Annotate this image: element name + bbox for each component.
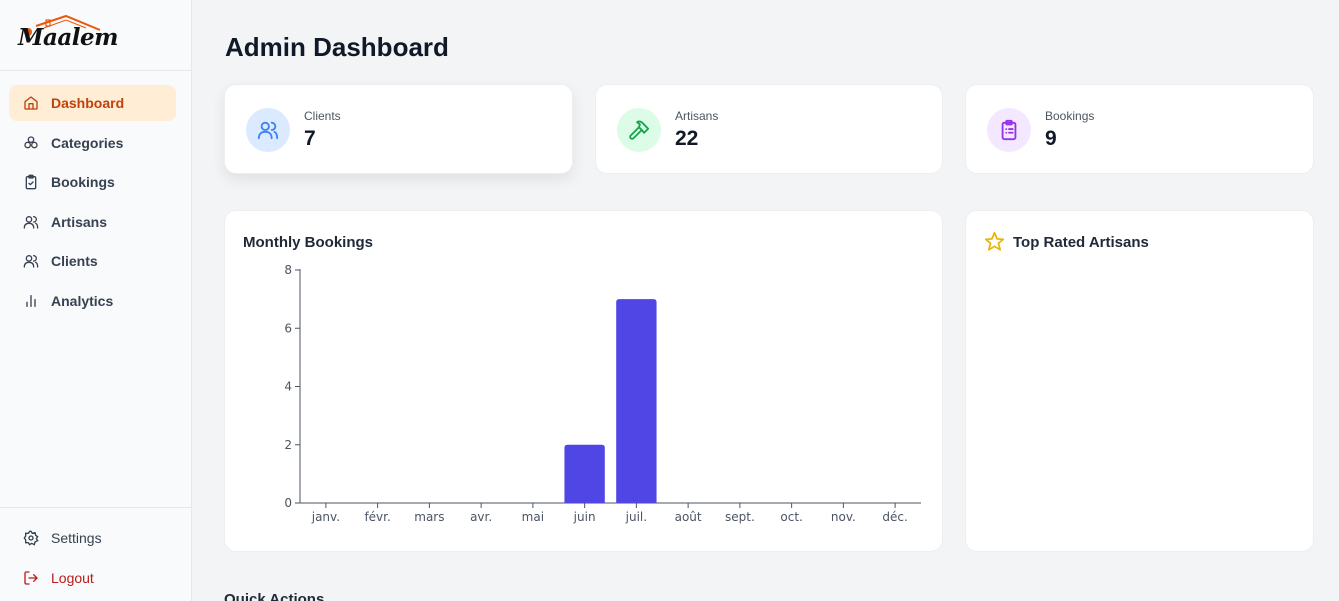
x-tick-label: juil. [625,510,647,524]
settings-label: Settings [51,530,102,546]
stat-card-bookings: Bookings 9 [965,84,1314,174]
monthly-bookings-card: Monthly Bookings 0 2 4 6 8 janv. févr. mars avr.… [224,210,943,552]
y-tick-label: 8 [284,263,292,277]
sidebar-item-label: Analytics [51,292,114,309]
stat-value: 7 [304,127,316,150]
sidebar-item-clients[interactable]: Clients [9,243,176,279]
stat-label: Clients [304,109,341,123]
stat-label: Artisans [675,109,719,123]
users-icon [23,253,39,269]
x-tick-label: oct. [780,510,802,524]
top-rated-title: Top Rated Artisans [1013,234,1149,251]
stat-value: 22 [675,127,699,150]
x-tick-label: sept. [725,510,755,524]
x-tick-label: mai [522,510,544,524]
star-icon [984,231,1005,251]
brand-name: Maalem [18,24,118,51]
sidebar-item-categories[interactable]: Categories [9,125,176,161]
top-rated-card: Top Rated Artisans [965,210,1314,552]
brand-logo[interactable]: Maalem [0,0,191,71]
gear-icon [23,530,39,546]
settings-link[interactable]: Settings [9,520,176,556]
sidebar-item-bookings[interactable]: Bookings [9,164,176,200]
sidebar-item-analytics[interactable]: Analytics [9,283,176,319]
x-tick-label: mars [414,510,444,524]
main-content: Admin Dashboard Clients 7 Artisans 22 Bo… [192,0,1339,601]
clipboard-check-icon [23,174,39,190]
sidebar-item-label: Clients [51,253,98,270]
users-icon [23,214,39,230]
page-title: Admin Dashboard [225,32,449,62]
logout-label: Logout [51,569,94,586]
y-tick-label: 0 [284,496,292,510]
stat-label: Bookings [1045,109,1095,123]
x-tick-label: déc. [882,510,907,524]
x-tick-label: juin [573,510,596,524]
stat-value: 9 [1045,127,1057,150]
x-tick-label: févr. [364,510,390,524]
bar-juil. [616,299,657,503]
logout-link[interactable]: Logout [9,560,176,596]
x-tick-label: janv. [311,510,340,524]
sidebar-nav: Dashboard Categories Bookings Artisans C… [9,85,176,323]
monthly-bookings-chart: 0 2 4 6 8 janv. févr. mars avr. mai juin juil. août s… [284,263,921,524]
home-icon [23,95,39,111]
sidebar-bottom: Settings Logout [0,507,191,599]
y-tick-label: 6 [284,321,292,335]
sidebar-item-artisans[interactable]: Artisans [9,204,176,240]
stat-card-artisans: Artisans 22 [595,84,943,174]
x-tick-label: avr. [470,510,492,524]
y-tick-label: 2 [284,438,292,452]
sidebar-item-label: Dashboard [51,95,125,111]
bar-chart-icon [23,293,39,309]
sidebar-item-label: Artisans [51,213,108,230]
categories-icon [23,135,39,151]
users-icon [246,108,290,152]
x-tick-label: août [675,510,702,524]
bar-juin [564,444,605,503]
stat-card-clients: Clients 7 [224,84,573,174]
x-tick-label: nov. [831,510,856,524]
sidebar-item-dashboard[interactable]: Dashboard [9,85,176,121]
y-tick-label: 4 [284,380,292,394]
clipboard-list-icon [987,108,1031,152]
sidebar-item-label: Bookings [51,174,115,191]
sidebar-item-label: Categories [51,134,124,151]
logout-icon [23,570,39,586]
quick-actions-title: Quick Actions [224,591,325,601]
hammer-icon [617,108,661,152]
sidebar: Maalem Dashboard Categories Bookings Art… [0,0,192,601]
